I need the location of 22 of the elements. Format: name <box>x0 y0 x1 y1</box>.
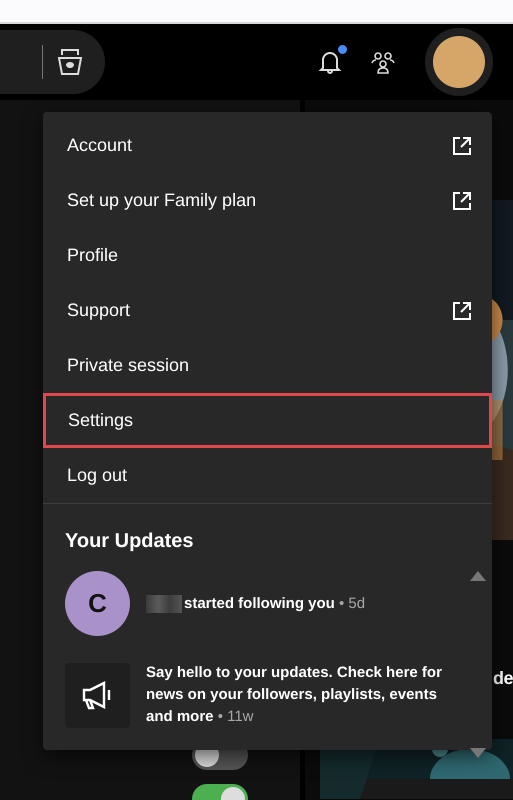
menu-item[interactable]: Support <box>43 283 492 338</box>
bell-icon[interactable] <box>317 49 343 75</box>
section-title: Your Updates <box>64 529 195 554</box>
external-link-icon <box>452 300 472 320</box>
friends-icon[interactable] <box>371 50 395 74</box>
scroll-up-arrow[interactable] <box>470 571 486 581</box>
notification-text: Say hello to your updates. Check here for news on your followers, playlists, events and more • 11w <box>146 663 443 727</box>
card-title: de <box>493 668 513 689</box>
menu-item[interactable]: Profile <box>43 228 492 283</box>
notification-text: started following you • 5d <box>146 592 366 614</box>
external-link-icon <box>452 136 472 156</box>
user-avatar[interactable] <box>433 36 485 88</box>
scroll-down-arrow[interactable] <box>470 748 486 758</box>
browse-icon[interactable] <box>57 48 83 76</box>
external-link-icon <box>452 190 472 210</box>
menu-item[interactable]: Log out <box>43 448 492 503</box>
menu-item[interactable]: Account <box>43 118 492 173</box>
search-bar[interactable] <box>0 30 105 94</box>
user-avatar[interactable]: C <box>65 571 130 636</box>
menu-item[interactable]: Private session <box>43 338 492 393</box>
menu-item[interactable]: Settings <box>43 393 492 448</box>
menu-item[interactable]: Set up your Family plan <box>43 173 492 228</box>
